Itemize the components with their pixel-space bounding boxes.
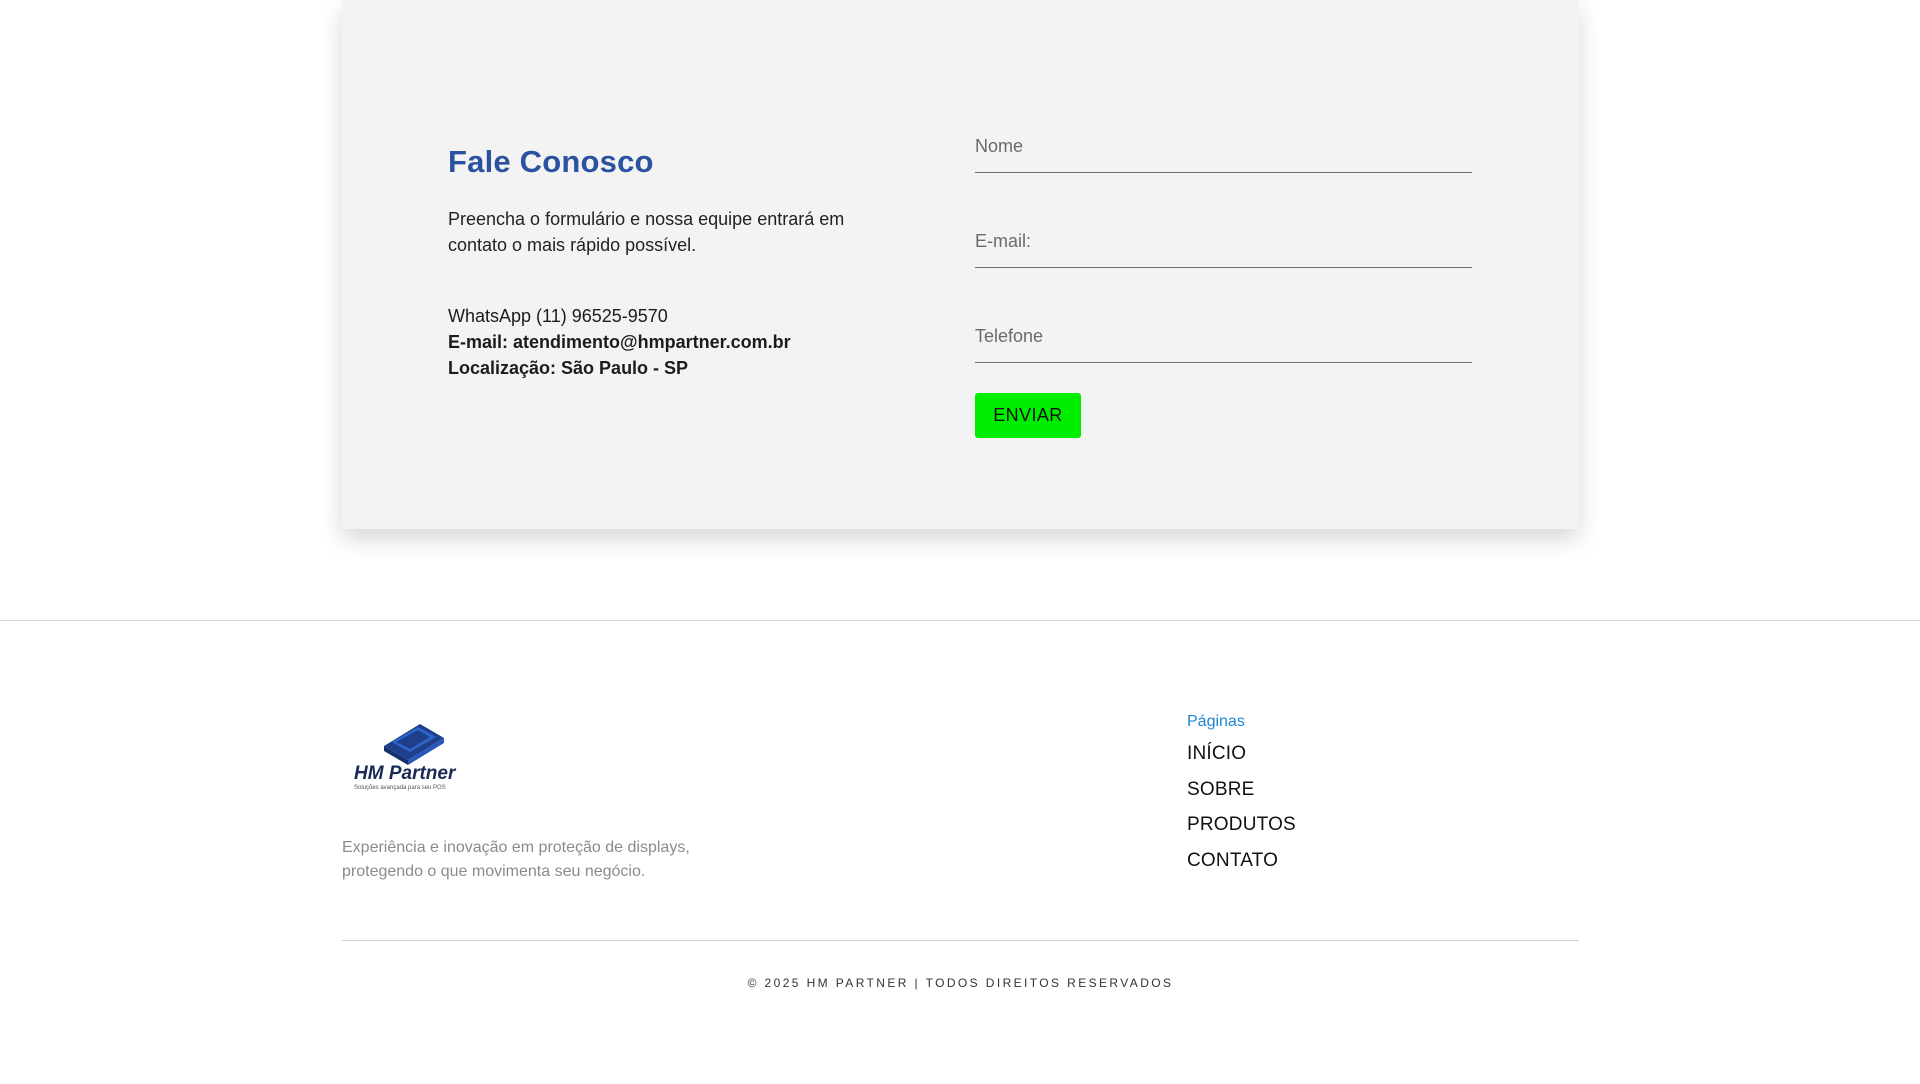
- send-button[interactable]: ENVIAR: [975, 393, 1081, 438]
- email-input[interactable]: [975, 205, 1472, 268]
- footer-link-inicio[interactable]: INÍCIO: [1187, 736, 1487, 772]
- contact-info-panel: Fale Conosco Preencha o formulário e nos…: [448, 138, 888, 381]
- footer-navigation: Páginas INÍCIO SOBRE PRODUTOS CONTATO: [1187, 712, 1487, 878]
- contact-card: Fale Conosco Preencha o formulário e nos…: [342, 0, 1579, 529]
- stacked-display-icon: HM Partner Soluções avançada para seu PO…: [354, 724, 457, 791]
- footer-description: Experiência e inovação em proteção de di…: [342, 839, 690, 880]
- name-field-wrapper: [975, 110, 1472, 205]
- name-input[interactable]: [975, 110, 1472, 173]
- email-field-wrapper: [975, 205, 1472, 300]
- contact-title: Fale Conosco: [448, 144, 654, 179]
- footer-bottom-divider: [342, 940, 1579, 941]
- footer-link-contato[interactable]: CONTATO: [1187, 843, 1487, 879]
- contact-details: WhatsApp (11) 96525-9570 E-mail: atendim…: [448, 303, 888, 381]
- phone-field-wrapper: [975, 300, 1472, 395]
- logo-wordmark: HM Partner: [354, 763, 457, 784]
- footer-top-divider: [0, 620, 1920, 621]
- hm-partner-logo[interactable]: HM Partner Soluções avançada para seu PO…: [352, 718, 472, 792]
- logo-tagline: Soluções avançada para seu POS: [354, 785, 446, 791]
- contact-form: ENVIAR: [975, 110, 1472, 438]
- whatsapp-text: WhatsApp (11) 96525-9570: [448, 306, 668, 326]
- footer-nav-title: Páginas: [1187, 713, 1245, 730]
- email-text: E-mail: atendimento@hmpartner.com.br: [448, 332, 791, 352]
- contact-description: Preencha o formulário e nossa equipe ent…: [448, 209, 845, 255]
- location-text: Localização: São Paulo - SP: [448, 358, 689, 378]
- footer-link-produtos[interactable]: PRODUTOS: [1187, 807, 1487, 843]
- footer-link-sobre[interactable]: SOBRE: [1187, 772, 1487, 808]
- phone-input[interactable]: [975, 300, 1472, 363]
- copyright-text: © 2025 HM PARTNER | TODOS DIREITOS RESER…: [747, 976, 1174, 990]
